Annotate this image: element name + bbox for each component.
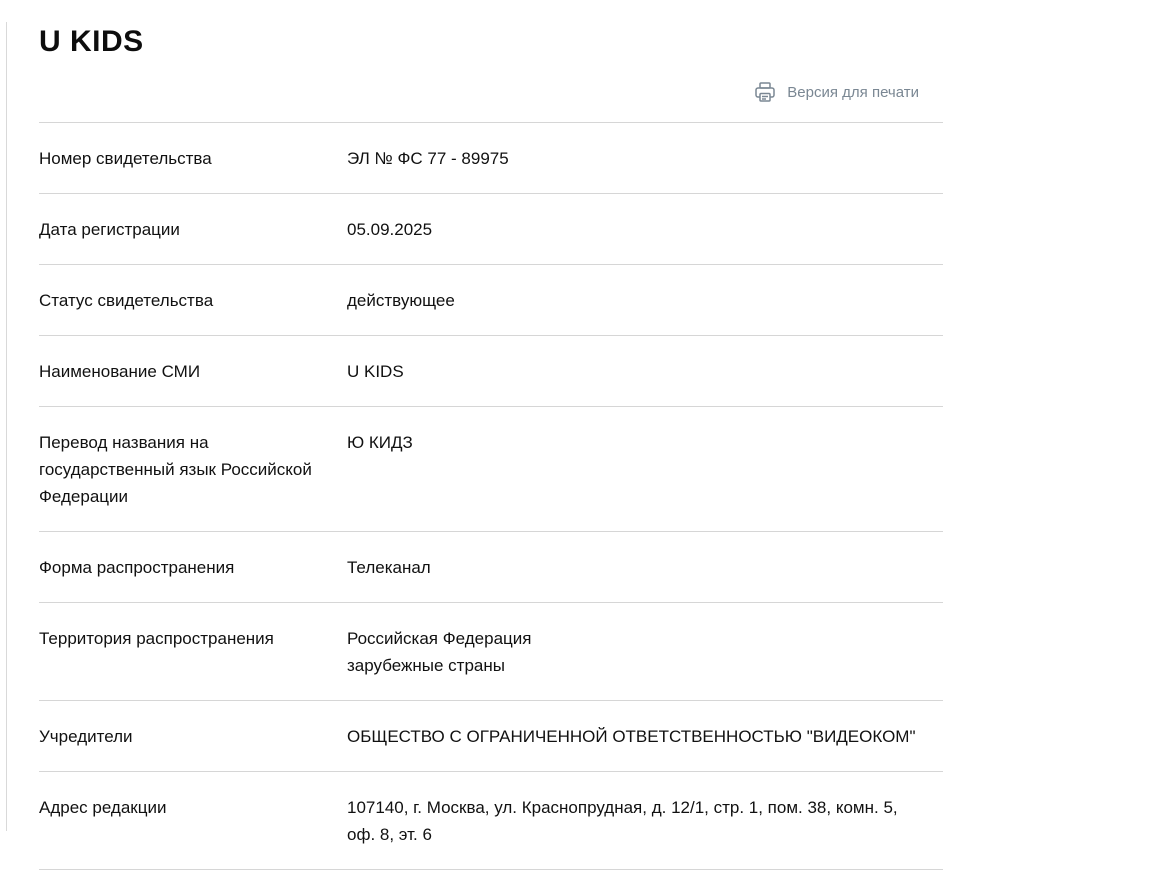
table-row: Адрес редакции 107140, г. Москва, ул. Кра… — [39, 772, 943, 870]
printer-icon — [754, 81, 776, 103]
print-version-label: Версия для печати — [787, 83, 919, 101]
field-value-line: Ю КИДЗ — [347, 433, 413, 452]
field-value: ОБЩЕСТВО С ОГРАНИЧЕННОЙ ОТВЕТСТВЕННОСТЬЮ… — [347, 723, 943, 750]
field-value-line: зарубежные страны — [347, 656, 505, 675]
field-value: 107140, г. Москва, ул. Краснопрудная, д.… — [347, 794, 943, 848]
print-version-link[interactable]: Версия для печати — [754, 81, 919, 103]
table-row: Форма распространения Телеканал — [39, 532, 943, 603]
field-label: Статус свидетельства — [39, 291, 214, 310]
field-value: действующее — [347, 287, 943, 314]
registration-details-table: Номер свидетельства ЭЛ № ФС 77 - 89975 Дат… — [39, 122, 943, 870]
field-label: Адрес редакции — [39, 798, 167, 817]
field-value-line: 05.09.2025 — [347, 220, 433, 239]
field-value-line: действующее — [347, 291, 455, 310]
field-label: Дата регистрации — [39, 220, 180, 239]
field-value-line: ОБЩЕСТВО С ОГРАНИЧЕННОЙ ОТВЕТСТВЕННОСТЬЮ… — [347, 727, 916, 746]
table-row: Перевод названия на государственный язык… — [39, 407, 943, 532]
field-label: Номер свидетельства — [39, 149, 212, 168]
left-border-line — [6, 22, 7, 831]
table-row: Наименование СМИ U KIDS — [39, 336, 943, 407]
field-value: Телеканал — [347, 554, 943, 581]
field-value-line: U KIDS — [347, 362, 404, 381]
field-value-line: ЭЛ № ФС 77 - 89975 — [347, 149, 509, 168]
field-label: Наименование СМИ — [39, 362, 201, 381]
field-value: Ю КИДЗ — [347, 429, 943, 510]
field-value-line: Российская Федерация — [347, 629, 532, 648]
field-value-line: 107140, г. Москва, ул. Краснопрудная, д.… — [347, 798, 898, 844]
field-value-line: Телеканал — [347, 558, 431, 577]
table-row: Номер свидетельства ЭЛ № ФС 77 - 89975 — [39, 123, 943, 194]
table-row: Статус свидетельства действующее — [39, 265, 943, 336]
table-row: Учредители ОБЩЕСТВО С ОГРАНИЧЕННОЙ ОТВЕТС… — [39, 701, 943, 772]
field-label: Учредители — [39, 727, 133, 746]
field-value: Российская Федерация зарубежные страны — [347, 625, 943, 679]
page-title: U KIDS — [39, 25, 144, 58]
field-value: U KIDS — [347, 358, 943, 385]
table-row: Дата регистрации 05.09.2025 — [39, 194, 943, 265]
field-label: Форма распространения — [39, 558, 235, 577]
field-label: Территория распространения — [39, 629, 274, 648]
field-label: Перевод названия на государственный язык… — [39, 433, 312, 506]
field-value: ЭЛ № ФС 77 - 89975 — [347, 145, 943, 172]
table-row: Территория распространения Российская Фед… — [39, 603, 943, 701]
field-value: 05.09.2025 — [347, 216, 943, 243]
